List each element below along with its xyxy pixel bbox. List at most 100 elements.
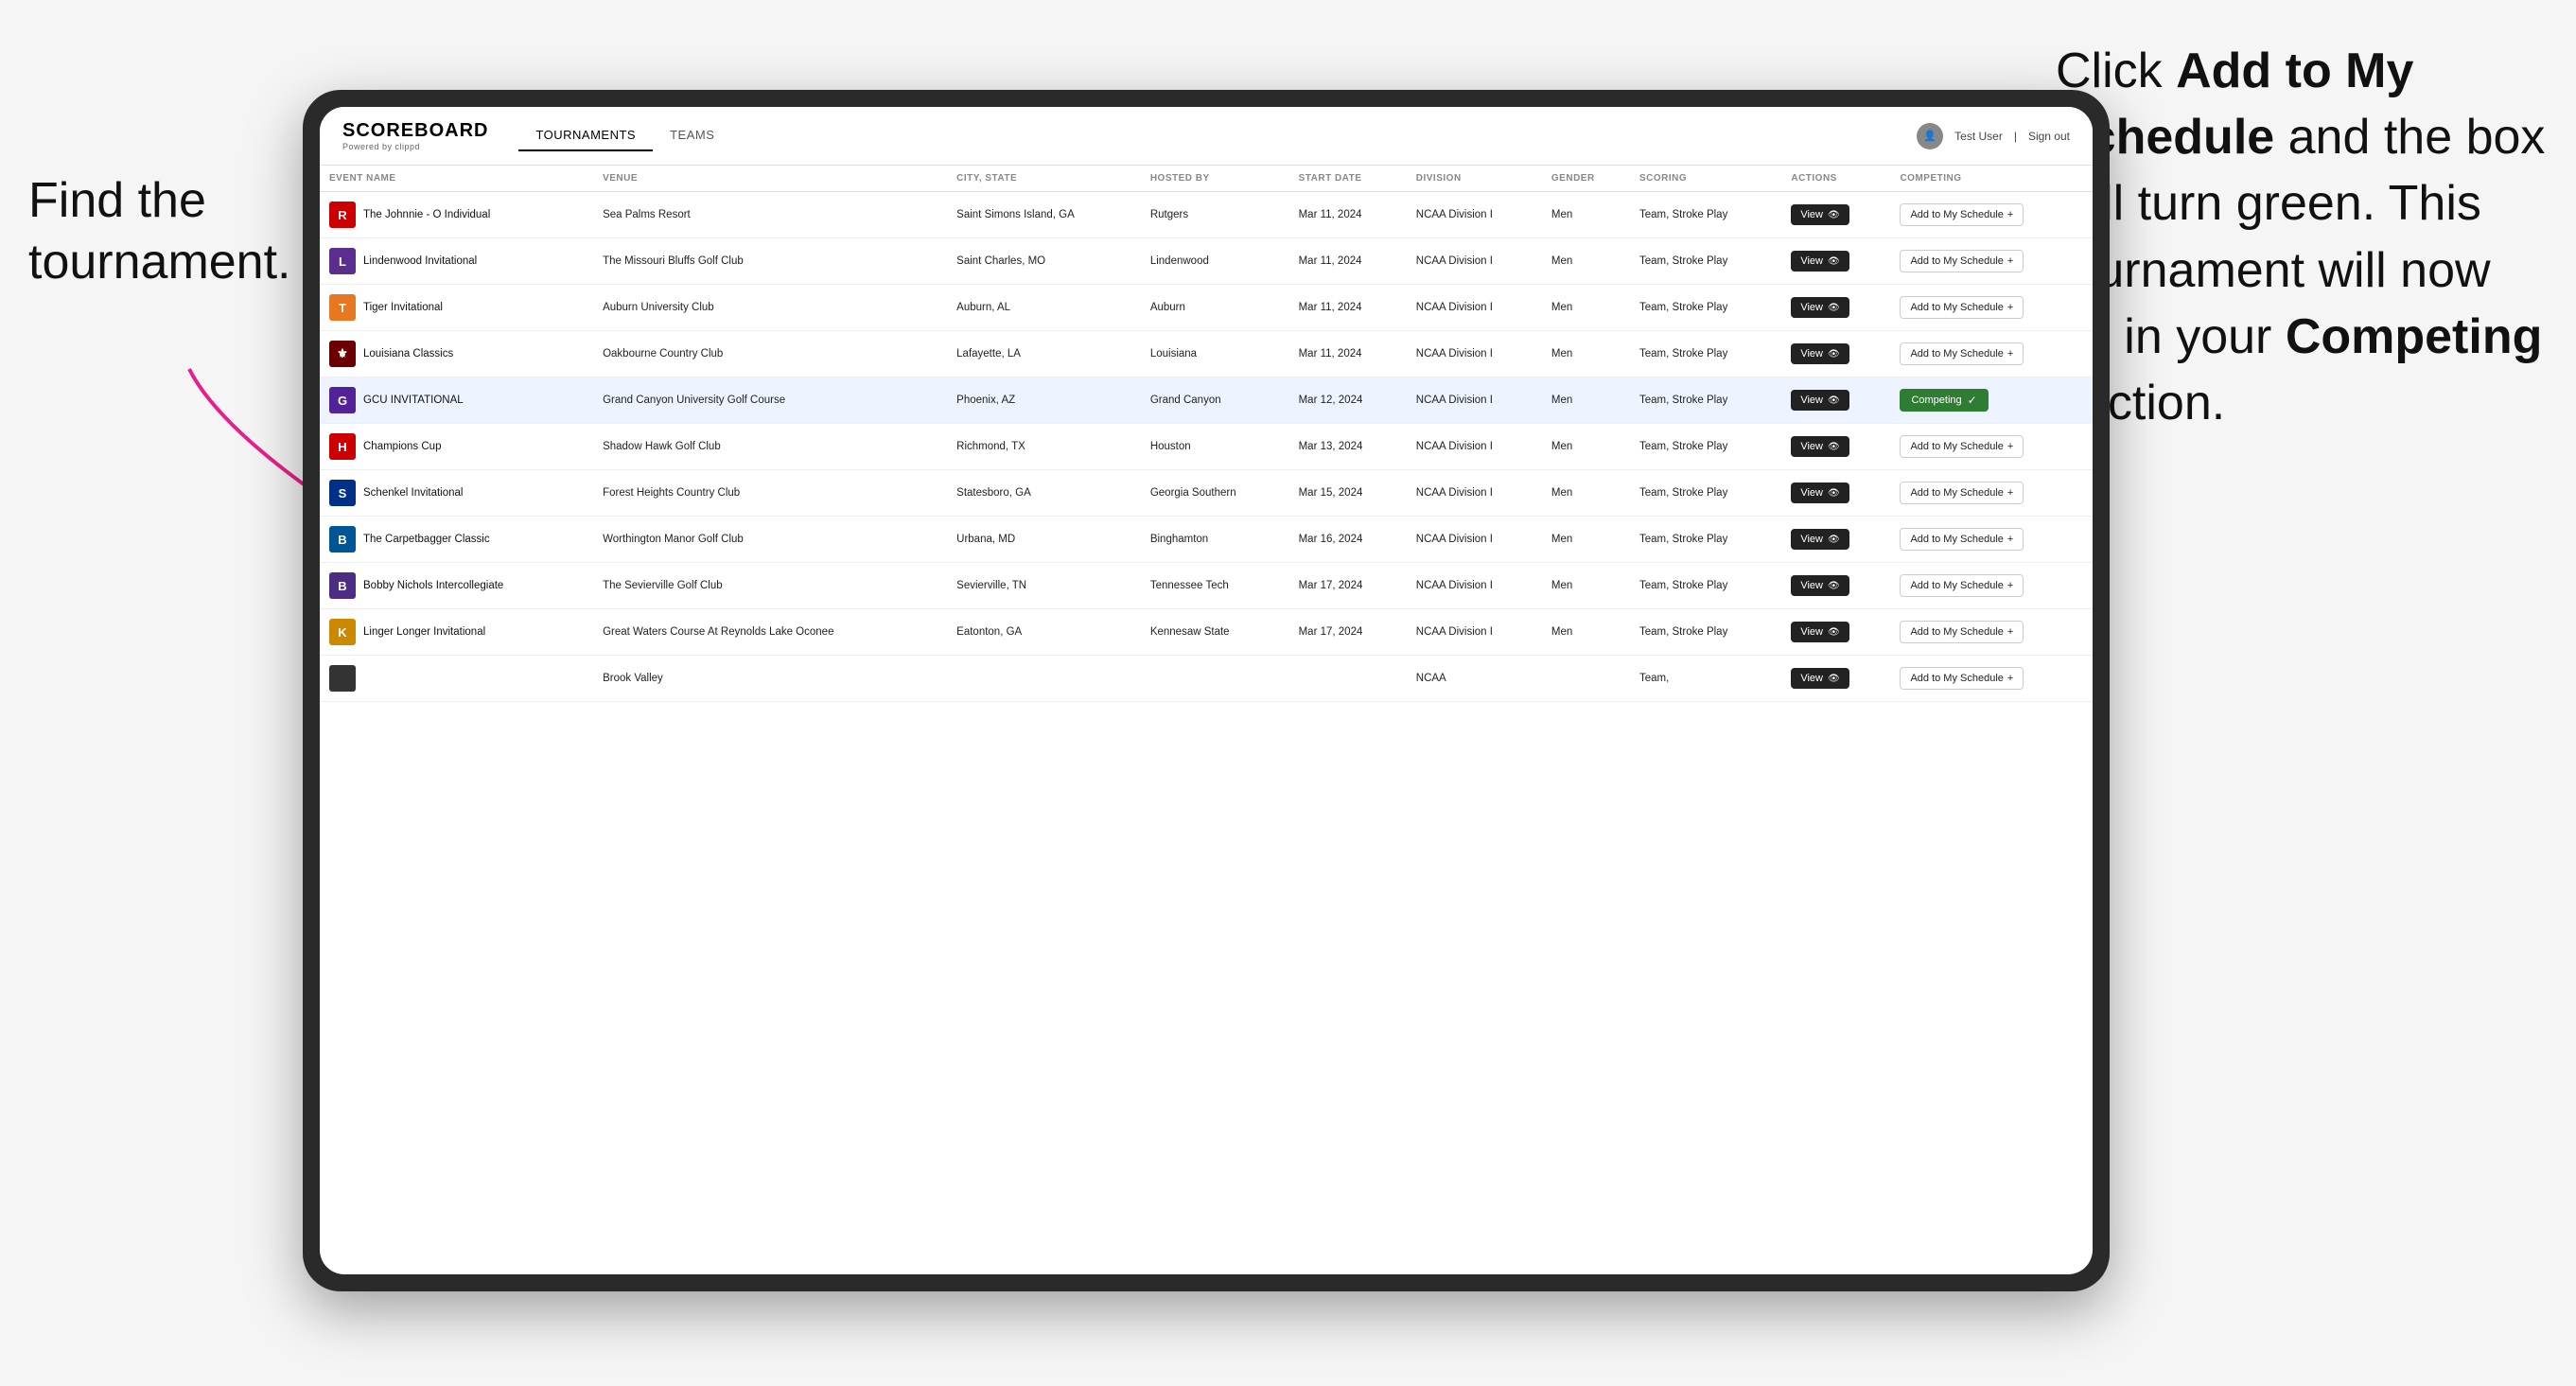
header-right: 👤 Test User | Sign out [1917, 123, 2070, 149]
plus-icon: + [2007, 302, 2013, 313]
add-to-schedule-button[interactable]: Add to My Schedule + [1900, 203, 2024, 226]
eye-icon: 👁 [1828, 395, 1840, 406]
view-button[interactable]: View 👁 [1791, 297, 1849, 318]
add-to-schedule-button[interactable]: Add to My Schedule + [1900, 435, 2024, 458]
add-to-schedule-button[interactable]: Add to My Schedule + [1900, 667, 2024, 690]
add-to-schedule-button[interactable]: Add to My Schedule + [1900, 621, 2024, 643]
tablet-frame: SCOREBOARD Powered by clippd TOURNAMENTS… [303, 90, 2110, 1291]
tournaments-table: EVENT NAME VENUE CITY, STATE HOSTED BY S… [320, 166, 2093, 702]
nav-tabs: TOURNAMENTS TEAMS [518, 120, 1917, 151]
col-competing: COMPETING [1890, 166, 2093, 192]
view-button[interactable]: View 👁 [1791, 668, 1849, 689]
view-button[interactable]: View 👁 [1791, 436, 1849, 457]
competing-button[interactable]: Competing ✓ [1900, 389, 1988, 412]
actions-cell: View 👁 [1781, 517, 1890, 563]
table-row: R The Johnnie - O Individual Sea Palms R… [320, 192, 2093, 238]
add-to-schedule-button[interactable]: Add to My Schedule + [1900, 342, 2024, 365]
table-row: B The Carpetbagger Classic Worthington M… [320, 517, 2093, 563]
eye-icon: 👁 [1828, 581, 1840, 591]
division-cell: NCAA Division I [1407, 331, 1542, 377]
eye-icon: 👁 [1828, 256, 1840, 267]
start-date-cell: Mar 11, 2024 [1289, 192, 1407, 238]
col-city-state: CITY, STATE [947, 166, 1141, 192]
plus-icon: + [2007, 580, 2013, 591]
start-date-cell: Mar 16, 2024 [1289, 517, 1407, 563]
event-name-cell: K Linger Longer Invitational [320, 609, 593, 656]
view-button[interactable]: View 👁 [1791, 482, 1849, 503]
add-to-schedule-button[interactable]: Add to My Schedule + [1900, 482, 2024, 504]
scoring-cell: Team, Stroke Play [1630, 331, 1781, 377]
division-cell: NCAA Division I [1407, 192, 1542, 238]
gender-cell: Men [1542, 192, 1630, 238]
actions-cell: View 👁 [1781, 609, 1890, 656]
event-name-cell: S Schenkel Invitational [320, 470, 593, 517]
nav-tab-tournaments[interactable]: TOURNAMENTS [518, 120, 653, 151]
table-row: B Bobby Nichols Intercollegiate The Sevi… [320, 563, 2093, 609]
city-state-cell: Saint Charles, MO [947, 238, 1141, 285]
add-schedule-label: Add to My Schedule [1910, 673, 2003, 684]
city-state-cell: Lafayette, LA [947, 331, 1141, 377]
actions-cell: View 👁 [1781, 192, 1890, 238]
add-to-schedule-button[interactable]: Add to My Schedule + [1900, 296, 2024, 319]
start-date-cell: Mar 13, 2024 [1289, 424, 1407, 470]
plus-icon: + [2007, 487, 2013, 499]
view-button[interactable]: View 👁 [1791, 575, 1849, 596]
scoring-cell: Team, Stroke Play [1630, 609, 1781, 656]
city-state-cell: Richmond, TX [947, 424, 1141, 470]
venue-cell: Forest Heights Country Club [593, 470, 947, 517]
sign-out-link[interactable]: Sign out [2028, 130, 2070, 143]
view-button[interactable]: View 👁 [1791, 251, 1849, 272]
team-logo: K [329, 619, 356, 645]
add-schedule-label: Add to My Schedule [1910, 348, 2003, 360]
eye-icon: 👁 [1828, 627, 1840, 638]
hosted-by-cell [1141, 656, 1289, 702]
table-row: K Linger Longer Invitational Great Water… [320, 609, 2093, 656]
view-button[interactable]: View 👁 [1791, 390, 1849, 411]
hosted-by-cell: Kennesaw State [1141, 609, 1289, 656]
division-cell: NCAA Division I [1407, 609, 1542, 656]
competing-cell: Add to My Schedule + [1890, 563, 2093, 609]
eye-icon: 👁 [1828, 488, 1840, 499]
division-cell: NCAA Division I [1407, 470, 1542, 517]
add-to-schedule-button[interactable]: Add to My Schedule + [1900, 528, 2024, 551]
eye-icon: 👁 [1828, 349, 1840, 360]
gender-cell: Men [1542, 377, 1630, 424]
venue-cell: Oakbourne Country Club [593, 331, 947, 377]
view-button[interactable]: View 👁 [1791, 204, 1849, 225]
city-state-cell: Statesboro, GA [947, 470, 1141, 517]
nav-tab-teams[interactable]: TEAMS [653, 120, 731, 151]
col-hosted-by: HOSTED BY [1141, 166, 1289, 192]
scoring-cell: Team, Stroke Play [1630, 238, 1781, 285]
hosted-by-cell: Rutgers [1141, 192, 1289, 238]
actions-cell: View 👁 [1781, 285, 1890, 331]
venue-cell: Worthington Manor Golf Club [593, 517, 947, 563]
actions-cell: View 👁 [1781, 656, 1890, 702]
event-name-cell: ⚜ Louisiana Classics [320, 331, 593, 377]
view-button[interactable]: View 👁 [1791, 622, 1849, 642]
team-logo: B [329, 572, 356, 599]
user-name: Test User [1954, 130, 2003, 143]
team-logo: ⚜ [329, 341, 356, 367]
event-name: Tiger Invitational [363, 302, 443, 313]
eye-icon: 👁 [1828, 442, 1840, 452]
eye-icon: 👁 [1828, 303, 1840, 313]
add-to-schedule-button[interactable]: Add to My Schedule + [1900, 250, 2024, 272]
logo-area: SCOREBOARD Powered by clippd [342, 120, 488, 151]
plus-icon: + [2007, 348, 2013, 360]
city-state-cell: Sevierville, TN [947, 563, 1141, 609]
start-date-cell: Mar 11, 2024 [1289, 285, 1407, 331]
view-button[interactable]: View 👁 [1791, 343, 1849, 364]
add-schedule-label: Add to My Schedule [1910, 209, 2003, 220]
table-row: G GCU INVITATIONAL Grand Canyon Universi… [320, 377, 2093, 424]
event-name-cell [320, 656, 593, 702]
event-name-cell: B The Carpetbagger Classic [320, 517, 593, 563]
event-name: Schenkel Invitational [363, 487, 463, 499]
add-to-schedule-button[interactable]: Add to My Schedule + [1900, 574, 2024, 597]
col-division: DIVISION [1407, 166, 1542, 192]
add-schedule-label: Add to My Schedule [1910, 580, 2003, 591]
table-row: T Tiger Invitational Auburn University C… [320, 285, 2093, 331]
team-logo: S [329, 480, 356, 506]
scoring-cell: Team, Stroke Play [1630, 424, 1781, 470]
view-button[interactable]: View 👁 [1791, 529, 1849, 550]
col-venue: VENUE [593, 166, 947, 192]
